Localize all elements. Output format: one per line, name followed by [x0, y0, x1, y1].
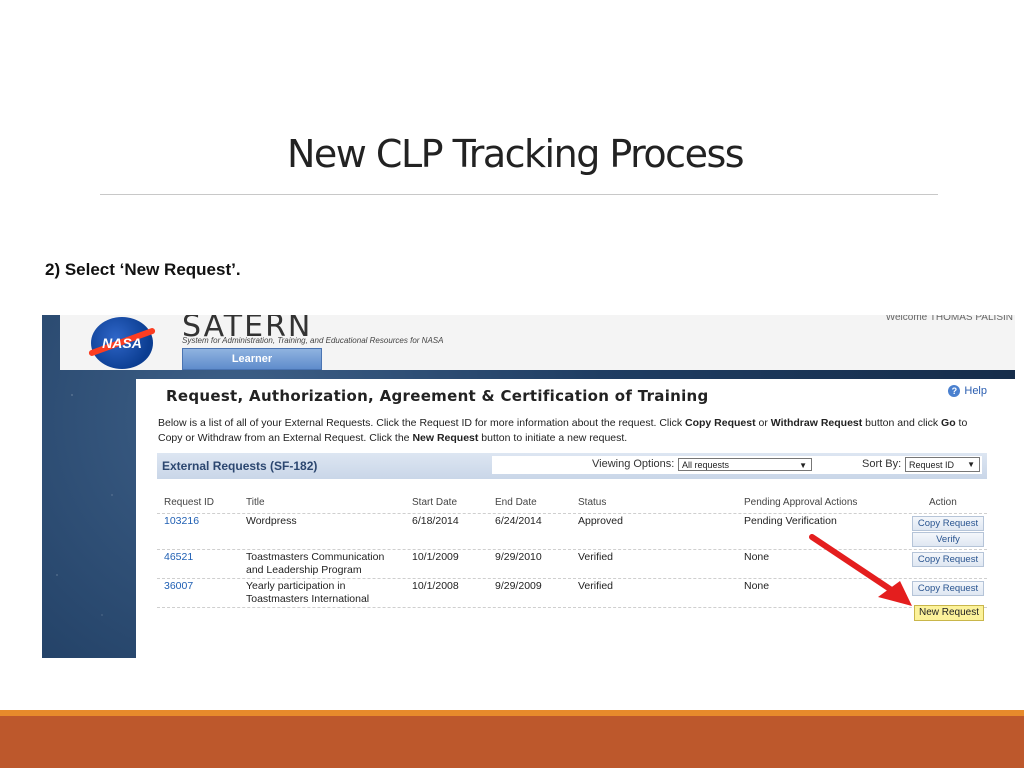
satern-screenshot: NASA SATERN System for Administration, T… — [42, 315, 1015, 658]
nasa-logo-text: NASA — [102, 335, 142, 351]
footer-accent-bar — [0, 710, 1024, 768]
slide-title: New CLP Tracking Process — [286, 132, 745, 176]
step-instruction: 2) Select ‘New Request’. — [45, 260, 241, 279]
title-divider — [100, 194, 938, 195]
red-arrow-annotation — [809, 534, 912, 606]
